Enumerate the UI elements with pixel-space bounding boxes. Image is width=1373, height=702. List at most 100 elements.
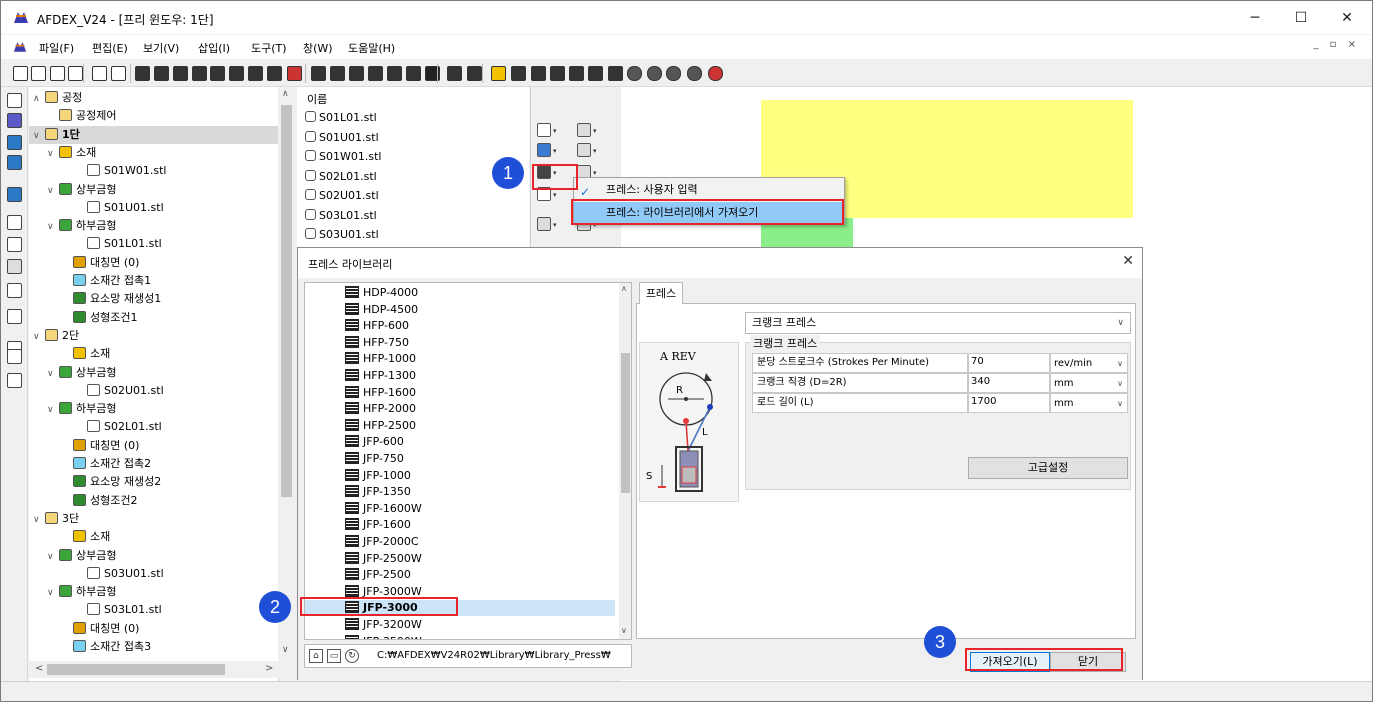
tree-item[interactable]: 소재간 접촉3 [61,638,151,656]
toolbar-tool-icon[interactable] [229,66,244,81]
tree-item[interactable]: ∨ 상부금형 [47,181,116,199]
tree-item[interactable]: 소재간 접촉2 [61,455,151,473]
toolbar-tool-icon[interactable] [111,66,126,81]
tree-item[interactable]: 성형조건1 [61,309,137,327]
chevron-down-icon[interactable]: ▾ [553,169,557,177]
file-item[interactable]: S02L01.stl [305,169,377,183]
expand-chevron-icon[interactable]: ∨ [33,511,45,529]
tree-item[interactable]: 공정제어 [47,107,116,125]
toolbar-tool-icon[interactable] [267,66,282,81]
toolbar-tool-icon[interactable] [330,66,345,81]
side-tool-icon[interactable] [7,93,22,108]
toolbar-tool-icon[interactable] [31,66,46,81]
expand-chevron-icon[interactable]: ∧ [33,90,45,108]
scroll-down-icon[interactable]: ∨ [282,645,289,655]
file-item[interactable]: S01W01.stl [305,150,381,163]
tree-item[interactable]: S01W01.stl [75,162,166,180]
side-tool-icon[interactable] [7,373,22,388]
toolbar-tool-icon[interactable] [135,66,150,81]
tree-item[interactable]: S03U01.stl [75,565,164,583]
toolbar-tool-icon[interactable] [173,66,188,81]
tree-item[interactable]: ∧ 공정 [33,89,82,107]
home-icon[interactable]: ⌂ [309,649,323,663]
tree-item[interactable]: S02L01.stl [75,418,162,436]
toolbar-tool-icon[interactable] [608,66,623,81]
side-tool-icon[interactable] [7,113,22,128]
rod-unit-select[interactable]: mm ∨ [1050,393,1128,413]
file-item[interactable]: S03U01.stl [305,228,379,241]
side-tool-icon[interactable] [7,309,22,324]
library-item[interactable]: JFP-3000 [305,600,615,617]
toolbar-tool-icon[interactable] [210,66,225,81]
library-item[interactable]: HFP-750 [345,335,615,351]
toolbar-tool-icon[interactable] [447,66,462,81]
close-window-button[interactable]: ✕ [1327,5,1367,31]
library-item[interactable]: JFP-1600 [345,517,615,533]
chevron-down-icon[interactable]: ▾ [593,147,597,155]
toolbar-tool-icon[interactable] [68,66,83,81]
tree-item[interactable]: S02U01.stl [75,382,164,400]
expand-chevron-icon[interactable]: ∨ [47,548,59,566]
library-item[interactable]: HFP-1600 [345,385,615,401]
scroll-left-icon[interactable]: < [35,663,43,674]
chevron-down-icon[interactable]: ▾ [593,169,597,177]
scroll-thumb[interactable] [47,664,225,675]
tree-item[interactable]: S03L01.stl [75,601,162,619]
tree-item[interactable]: ∨ 하부금형 [47,217,116,235]
side-tool-icon[interactable] [7,283,22,298]
toolbar-tool-icon[interactable] [467,66,482,81]
menu-insert[interactable]: 삽입(I) [198,40,230,56]
chevron-down-icon[interactable]: ▾ [553,147,557,155]
tree-item[interactable]: S01L01.stl [75,235,162,253]
tree-item[interactable]: ∨ 하부금형 [47,583,116,601]
scroll-thumb[interactable] [281,105,292,497]
library-item[interactable]: JFP-750 [345,451,615,467]
library-item[interactable]: JFP-600 [345,434,615,450]
mdi-window-controls[interactable]: _ ▫ × [1313,39,1360,50]
chevron-down-icon[interactable]: ▾ [553,191,557,199]
tree-item[interactable]: 소재 [61,345,110,363]
tree-item[interactable]: ∨ 상부금형 [47,547,116,565]
menu-file[interactable]: 파일(F) [39,40,74,56]
library-item[interactable]: JFP-3500W [345,634,615,639]
maximize-button[interactable]: ☐ [1281,5,1321,31]
tree-item[interactable]: 대칭면 (0) [61,437,139,455]
toolbar-tool-icon[interactable] [406,66,421,81]
toolbar-tool-icon[interactable] [13,66,28,81]
library-item[interactable]: JFP-2500 [345,567,615,583]
library-item[interactable]: HFP-1000 [345,351,615,367]
tree-item[interactable]: 대칭면 (0) [61,254,139,272]
crank-unit-select[interactable]: mm ∨ [1050,373,1128,393]
part-tool-button[interactable]: ▾ [537,123,565,143]
library-item[interactable]: HFP-2000 [345,401,615,417]
expand-chevron-icon[interactable]: ∨ [47,182,59,200]
library-item[interactable]: JFP-1600W [345,501,615,517]
library-scrollbar[interactable]: ∧ ∨ [619,283,631,639]
tree-item[interactable]: ∨ 3단 [33,510,79,528]
toolbar-tool-icon[interactable] [627,66,642,81]
toolbar-tool-icon[interactable] [192,66,207,81]
expand-chevron-icon[interactable]: ∨ [33,328,45,346]
toolbar-tool-icon[interactable] [666,66,681,81]
tree-item[interactable]: 대칭면 (0) [61,620,139,638]
import-button[interactable]: 가져오기(L) [970,652,1050,672]
menu-item-press-from-library[interactable]: 프레스: 라이브러리에서 가져오기 [574,202,844,224]
library-item[interactable]: JFP-3200W [345,617,615,633]
spm-unit-select[interactable]: rev/min ∨ [1050,353,1128,373]
toolbar-tool-icon[interactable] [50,66,65,81]
chevron-down-icon[interactable]: ▾ [593,127,597,135]
toolbar-tool-icon[interactable] [154,66,169,81]
toolbar-tool-icon[interactable] [491,66,506,81]
expand-chevron-icon[interactable]: ∨ [47,584,59,602]
expand-chevron-icon[interactable]: ∨ [47,218,59,236]
close-button[interactable]: 닫기 [1050,652,1126,672]
chevron-down-icon[interactable]: ▾ [553,127,557,135]
tree-item[interactable]: 소재간 접촉1 [61,272,151,290]
part-tool-button[interactable]: ▾ [537,165,565,185]
minimize-button[interactable]: ─ [1235,5,1275,31]
crank-diameter-input[interactable]: 340 [968,373,1050,393]
tree-item[interactable]: ∨ 소재 [47,144,96,162]
toolbar-tool-icon[interactable] [248,66,263,81]
tree-item[interactable]: 요소망 재생성2 [61,473,161,491]
side-tool-icon[interactable] [7,215,22,230]
